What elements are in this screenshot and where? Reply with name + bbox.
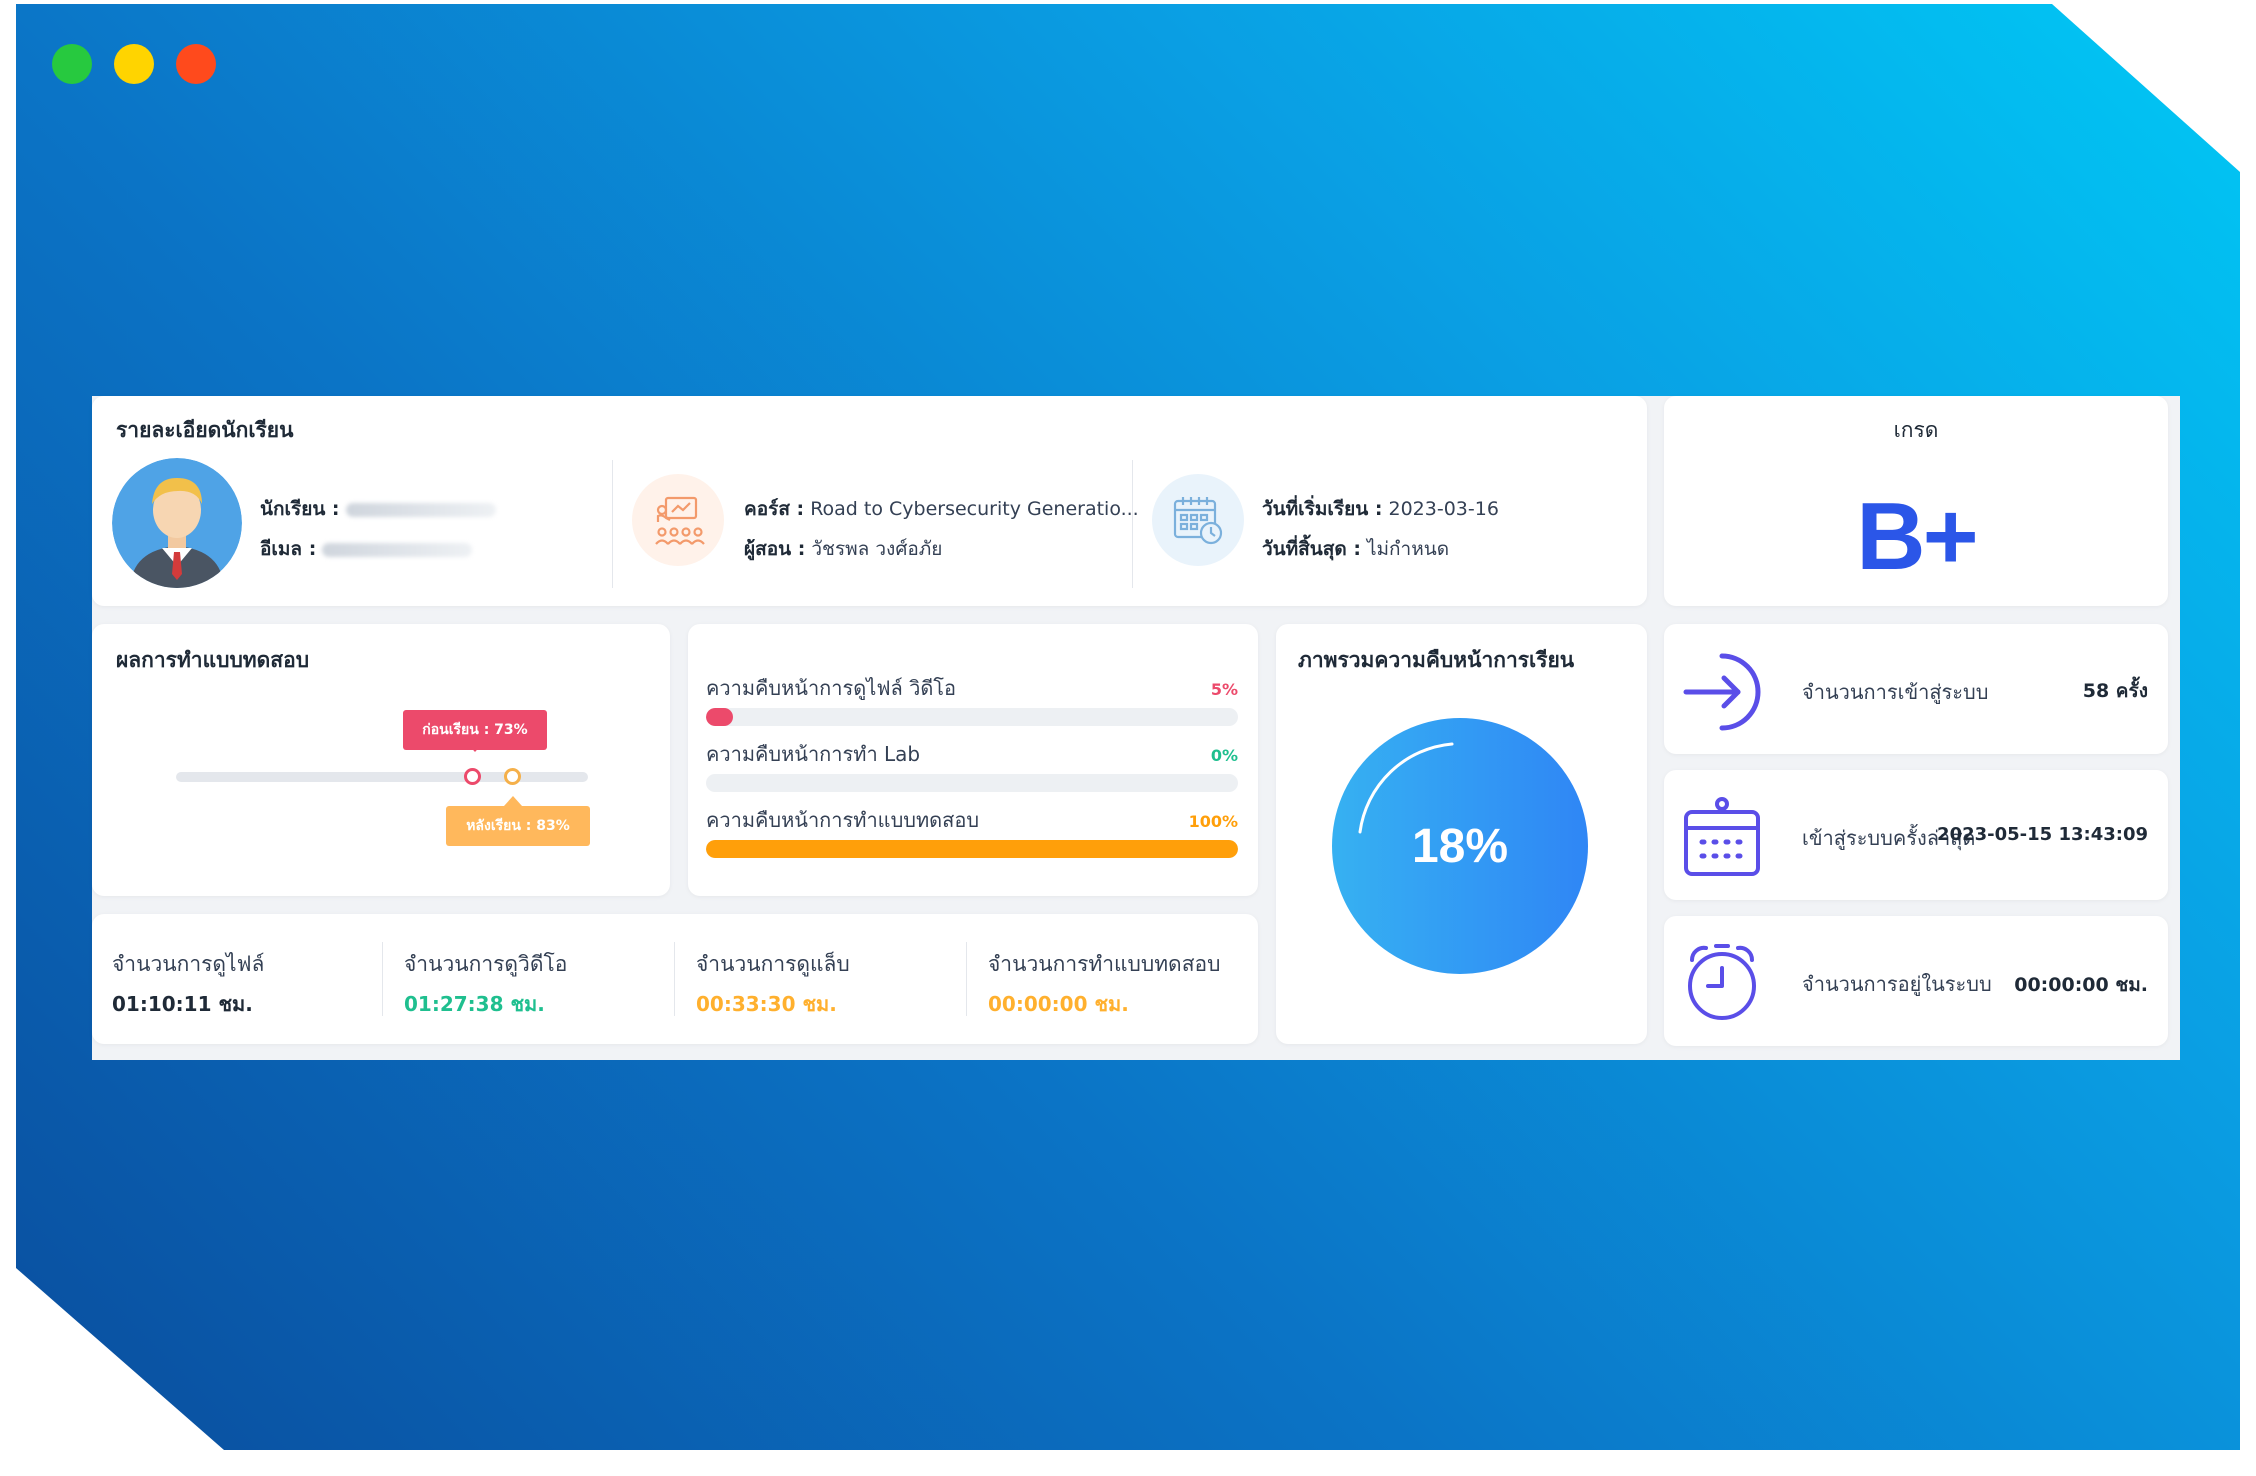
student-name-redacted [345,502,496,517]
overview-title: ภาพรวมความคืบหน้าการเรียน [1298,648,1575,672]
start-date-label: วันที่เริ่มเรียน : [1262,498,1383,520]
course-icon-badge [632,474,724,566]
student-email-label: อีเมล : [260,538,317,560]
end-date-line: วันที่สิ้นสุด : ไม่กำหนด [1262,534,1449,564]
student-dashboard: รายละเอียดนักเรียน นักเรียน : อีเมล : คอ… [92,396,2180,1060]
stat-video-value: 01:27:38 ชม. [404,992,545,1016]
progress-lab-track [706,774,1238,792]
student-email-line: อีเมล : [260,534,473,564]
after-score-marker[interactable] [504,768,521,785]
after-tooltip-arrow [504,796,522,806]
avatar-icon [112,458,242,588]
usage-stats-card: จำนวนการดูไฟล์ 01:10:11 ชม. จำนวนการดูวิ… [92,914,1258,1044]
student-details-card: รายละเอียดนักเรียน นักเรียน : อีเมล : คอ… [92,396,1647,606]
test-result-title: ผลการทำแบบทดสอบ [116,648,310,672]
divider [674,942,675,1016]
overview-progress-circle: 18% [1332,718,1588,974]
stat-file-value: 01:10:11 ชม. [112,992,253,1016]
student-details-title: รายละเอียดนักเรียน [116,418,294,442]
window-close-dot[interactable] [176,44,216,84]
divider [966,942,967,1016]
grade-card: เกรด B+ [1664,396,2168,606]
instructor-label: ผู้สอน : [744,538,806,560]
date-icon-badge [1152,474,1244,566]
progress-test-track [706,840,1238,858]
instructor-name: วัชรพล วงศ์อภัย [811,538,943,560]
student-email-redacted [322,542,473,557]
login-count-label: จำนวนการเข้าสู่ระบบ [1802,680,1989,704]
calendar-clock-icon [1173,497,1223,545]
time-in-system-value: 00:00:00 ชม. [2014,974,2148,996]
progress-video-label: ความคืบหน้าการดูไฟล์ วิดีโอ [706,676,957,700]
before-tooltip-arrow [466,742,484,752]
time-in-system-label: จำนวนการอยู่ในระบบ [1802,972,1992,996]
stat-test-value: 00:00:00 ชม. [988,992,1129,1016]
divider [382,942,383,1016]
window-maximize-dot[interactable] [52,44,92,84]
stat-file-label: จำนวนการดูไฟล์ [112,952,265,976]
test-score-track [176,772,588,782]
course-label: คอร์ส : [744,498,805,520]
stat-lab-label: จำนวนการดูแล็บ [696,952,850,976]
window-minimize-dot[interactable] [114,44,154,84]
start-date-line: วันที่เริ่มเรียน : 2023-03-16 [1262,494,1499,524]
login-count-value: 58 ครั้ง [2082,680,2148,702]
progress-test-fill [706,840,1238,858]
classroom-icon [655,496,705,545]
progress-video-track [706,708,1238,726]
divider [1132,460,1133,588]
student-name-line: นักเรียน : [260,494,496,524]
stat-video-label: จำนวนการดูวิดีโอ [404,952,568,976]
end-date-label: วันที่สิ้นสุด : [1262,538,1361,560]
stat-test-label: จำนวนการทำแบบทดสอบ [988,952,1221,976]
course-line: คอร์ส : Road to Cybersecurity Generatio.… [744,494,1139,524]
course-name[interactable]: Road to Cybersecurity Generatio... [810,498,1139,520]
login-count-card: จำนวนการเข้าสู่ระบบ 58 ครั้ง [1664,624,2168,754]
progress-lab-label: ความคืบหน้าการทำ Lab [706,742,921,766]
alarm-clock-icon [1688,944,1756,1020]
stat-lab-value: 00:33:30 ชม. [696,992,837,1016]
time-in-system-card: จำนวนการอยู่ในระบบ 00:00:00 ชม. [1664,916,2168,1046]
progress-test-pct: 100% [1188,812,1238,831]
progress-video-fill [706,708,733,726]
calendar-icon [1684,797,1760,876]
overview-card: ภาพรวมความคืบหน้าการเรียน 18% [1276,624,1647,1044]
after-score-tooltip: หลังเรียน : 83% [446,806,590,846]
last-login-card: เข้าสู่ระบบครั้งล่าสุด 2023-05-15 13:43:… [1664,770,2168,900]
progress-card: ความคืบหน้าการดูไฟล์ วิดีโอ 5% ความคืบหน… [688,624,1258,896]
start-date-value: 2023-03-16 [1388,498,1499,520]
last-login-value: 2023-05-15 13:43:09 [1937,824,2148,845]
end-date-value: ไม่กำหนด [1366,538,1450,560]
divider [612,460,613,588]
grade-title: เกรด [1893,418,1939,442]
progress-lab-pct: 0% [1210,746,1238,765]
student-name-label: นักเรียน : [260,498,340,520]
progress-test-label: ความคืบหน้าการทำแบบทดสอบ [706,808,980,832]
instructor-line: ผู้สอน : วัชรพล วงศ์อภัย [744,534,942,564]
test-result-card: ผลการทำแบบทดสอบ ก่อนเรียน : 73% หลังเรีย… [92,624,670,896]
student-avatar [112,458,242,588]
login-arrow-icon [1683,653,1761,731]
progress-video-pct: 5% [1210,680,1238,699]
progress-arc-icon [1358,742,1454,834]
before-score-marker[interactable] [464,768,481,785]
grade-value: B+ [1856,483,1978,590]
